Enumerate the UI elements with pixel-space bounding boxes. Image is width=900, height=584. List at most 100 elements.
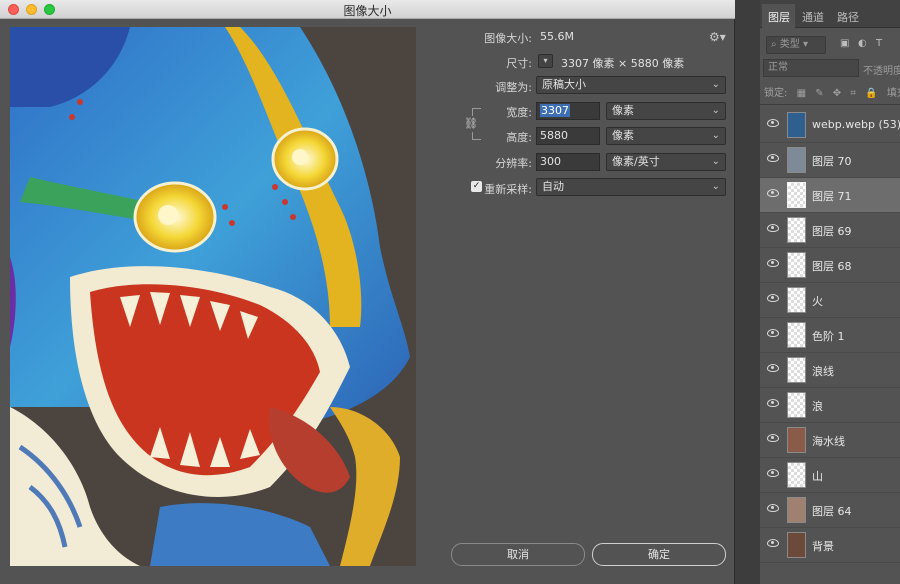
layer-name: 背景 [812, 540, 834, 553]
lock-label: 锁定: [764, 88, 788, 99]
lock-artboard-icon[interactable]: ⌗ [850, 88, 856, 99]
layer-thumbnail [787, 182, 806, 208]
fit-to-label: 调整为: [495, 81, 532, 94]
layer-row[interactable]: 图层 71 [760, 178, 900, 213]
layer-name: 图层 70 [812, 155, 852, 168]
visibility-eye-icon[interactable] [767, 189, 779, 197]
filter-adjustment-icon[interactable]: ◐ [858, 38, 867, 49]
layer-filter-select[interactable]: ⌕ 类型 ▾ [766, 36, 826, 54]
tab-channels[interactable]: 通道 [802, 9, 824, 25]
height-value: 5880 [540, 129, 568, 142]
lock-transparency-icon[interactable]: ▦ [797, 88, 806, 99]
layer-thumbnail [787, 497, 806, 523]
visibility-eye-icon[interactable] [767, 399, 779, 407]
image-size-dialog: 图像大小 ⚙▾ 图像大小: 55.6M 尺寸: ▾ 3307 像素 × 5880… [0, 0, 735, 584]
layer-row[interactable]: 图层 70 [760, 143, 900, 178]
blend-mode-select[interactable]: 正常 [763, 59, 859, 77]
layer-thumbnail [787, 392, 806, 418]
panel-gutter [736, 0, 760, 584]
layer-name: 图层 64 [812, 505, 852, 518]
cancel-button[interactable]: 取消 [451, 543, 585, 566]
resolution-input[interactable]: 300 [536, 153, 600, 171]
image-size-value: 55.6M [540, 30, 574, 43]
layer-thumbnail [787, 217, 806, 243]
layer-name: webp.webp (53) [812, 118, 900, 131]
fit-to-value: 原稿大小 [542, 78, 586, 91]
layer-row[interactable]: 海水线 [760, 423, 900, 458]
filter-type-icon[interactable]: T [876, 38, 882, 49]
layer-row[interactable]: 火 [760, 283, 900, 318]
resample-select[interactable]: 自动 ⌄ [536, 178, 726, 196]
lock-row: 锁定: ▦ ✎ ✥ ⌗ 🔒 填充 [764, 84, 900, 99]
layer-thumbnail [787, 287, 806, 313]
width-unit-value: 像素 [612, 104, 634, 117]
visibility-eye-icon[interactable] [767, 294, 779, 302]
layer-thumbnail [787, 147, 806, 173]
height-input[interactable]: 5880 [536, 127, 600, 145]
visibility-eye-icon[interactable] [767, 469, 779, 477]
visibility-eye-icon[interactable] [767, 224, 779, 232]
layer-row[interactable]: 浪 [760, 388, 900, 423]
width-input[interactable]: 3307 [536, 102, 600, 120]
layer-name: 浪 [812, 400, 823, 413]
chevron-down-icon: ⌄ [711, 79, 720, 90]
chevron-down-icon: ⌄ [711, 130, 720, 141]
fit-to-select[interactable]: 原稿大小 ⌄ [536, 76, 726, 94]
visibility-eye-icon[interactable] [767, 364, 779, 372]
layer-thumbnail [787, 252, 806, 278]
layer-row[interactable]: 图层 64 [760, 493, 900, 528]
height-unit-select[interactable]: 像素 ⌄ [606, 127, 726, 145]
layer-row[interactable]: 山 [760, 458, 900, 493]
visibility-eye-icon[interactable] [767, 434, 779, 442]
layer-row[interactable]: 背景 [760, 528, 900, 563]
visibility-eye-icon[interactable] [767, 259, 779, 267]
filter-type-label: 类型 [779, 39, 800, 50]
layer-thumbnail [787, 532, 806, 558]
dimensions-value: 3307 像素 × 5880 像素 [561, 57, 685, 70]
dimensions-label: 尺寸: [506, 57, 532, 70]
visibility-eye-icon[interactable] [767, 504, 779, 512]
visibility-eye-icon[interactable] [767, 329, 779, 337]
settings-gear-icon[interactable]: ⚙▾ [709, 30, 726, 44]
tab-layers[interactable]: 图层 [768, 9, 790, 25]
layer-row[interactable]: 浪线 [760, 353, 900, 388]
layer-thumbnail [787, 462, 806, 488]
opacity-label: 不透明度 [863, 66, 900, 77]
layer-row[interactable]: webp.webp (53) [760, 108, 900, 143]
ok-button[interactable]: 确定 [592, 543, 726, 566]
chevron-down-icon: ⌄ [711, 181, 720, 192]
image-preview[interactable] [10, 27, 416, 566]
blend-mode-value: 正常 [768, 62, 788, 73]
layer-name: 图层 71 [812, 190, 852, 203]
height-unit-value: 像素 [612, 129, 634, 142]
resample-value: 自动 [542, 180, 564, 193]
dragon-artwork-image [10, 27, 416, 566]
width-label: 宽度: [506, 106, 532, 119]
layer-row[interactable]: 色阶 1 [760, 318, 900, 353]
layer-row[interactable]: 图层 68 [760, 248, 900, 283]
width-unit-select[interactable]: 像素 ⌄ [606, 102, 726, 120]
tab-paths[interactable]: 路径 [837, 9, 859, 25]
layer-name: 色阶 1 [812, 330, 845, 343]
visibility-eye-icon[interactable] [767, 119, 779, 127]
layer-name: 浪线 [812, 365, 834, 378]
visibility-eye-icon[interactable] [767, 154, 779, 162]
image-size-label: 图像大小: [484, 32, 532, 45]
resolution-unit-select[interactable]: 像素/英寸 ⌄ [606, 153, 726, 171]
title-bar: 图像大小 [0, 0, 735, 19]
visibility-eye-icon[interactable] [767, 539, 779, 547]
layers-panel: 图层 通道 路径 ⌕ 类型 ▾ ▣ ◐ T 正常 不透明度 锁定: ▦ ✎ ✥ … [760, 0, 900, 584]
lock-position-icon[interactable]: ✥ [833, 88, 841, 99]
width-value: 3307 [540, 104, 570, 117]
resample-label: 重新采样: [484, 183, 532, 196]
filter-pixel-icon[interactable]: ▣ [840, 38, 849, 49]
layer-thumbnail [787, 112, 806, 138]
dimensions-unit-dropdown[interactable]: ▾ [538, 54, 553, 68]
layer-name: 海水线 [812, 435, 845, 448]
layer-thumbnail [787, 322, 806, 348]
lock-pixels-icon[interactable]: ✎ [815, 88, 823, 99]
layer-row[interactable]: 图层 69 [760, 213, 900, 248]
lock-all-icon[interactable]: 🔒 [865, 88, 877, 99]
layer-thumbnail [787, 427, 806, 453]
dialog-title: 图像大小 [343, 4, 392, 18]
